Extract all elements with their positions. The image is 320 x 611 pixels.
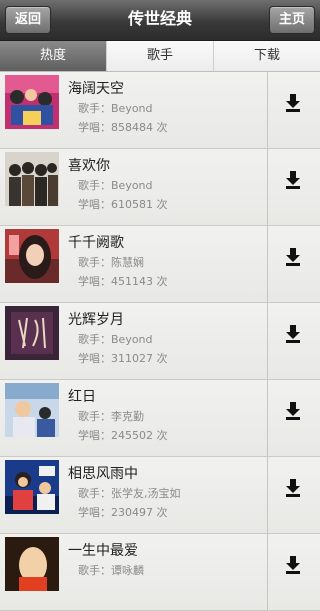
song-list: 海阔天空 歌手：Beyond 学唱：858484 次 喜欢你 歌手：Beyond… [0, 72, 320, 611]
singer-text: 歌手：Beyond [78, 333, 153, 346]
album-cover [5, 229, 59, 283]
song-row[interactable]: 海阔天空 歌手：Beyond 学唱：858484 次 [0, 72, 320, 149]
album-cover [5, 152, 59, 206]
top-bar: 返回 传世经典 主页 [0, 0, 320, 41]
song-row[interactable]: 一生中最爱 歌手：谭咏麟 [0, 534, 320, 611]
tab-download[interactable]: 下载 [214, 41, 320, 71]
home-button[interactable]: 主页 [268, 6, 315, 34]
song-title: 千千阙歌 [68, 235, 124, 251]
download-icon[interactable] [286, 171, 300, 189]
play-count: 学唱：451143 次 [78, 275, 168, 288]
song-row[interactable]: 千千阙歌 歌手：陈慧娴 学唱：451143 次 [0, 226, 320, 303]
song-row[interactable]: 相思风雨中 歌手：张学友,汤宝如 学唱：230497 次 [0, 457, 320, 534]
download-icon[interactable] [286, 325, 300, 343]
song-title: 光辉岁月 [68, 312, 124, 328]
row-divider [267, 72, 268, 148]
row-divider [267, 457, 268, 533]
tab-singer[interactable]: 歌手 [107, 41, 214, 71]
play-count: 学唱：858484 次 [78, 121, 168, 134]
download-icon[interactable] [286, 479, 300, 497]
row-divider [267, 303, 268, 379]
row-divider [267, 226, 268, 302]
album-cover [5, 537, 59, 591]
play-count: 学唱：230497 次 [78, 506, 168, 519]
song-title: 海阔天空 [68, 81, 124, 97]
download-icon[interactable] [286, 248, 300, 266]
play-count: 学唱：245502 次 [78, 429, 168, 442]
song-title: 喜欢你 [68, 158, 110, 174]
song-title: 相思风雨中 [68, 466, 138, 482]
song-row[interactable]: 红日 歌手：李克勤 学唱：245502 次 [0, 380, 320, 457]
album-cover [5, 460, 59, 514]
download-icon[interactable] [286, 402, 300, 420]
singer-text: 歌手：Beyond [78, 102, 153, 115]
song-title: 红日 [68, 389, 96, 405]
play-count: 学唱：311027 次 [78, 352, 168, 365]
row-divider [267, 149, 268, 225]
album-cover [5, 306, 59, 360]
singer-text: 歌手：陈慧娴 [78, 256, 144, 269]
album-cover [5, 383, 59, 437]
song-row[interactable]: 喜欢你 歌手：Beyond 学唱：610581 次 [0, 149, 320, 226]
album-cover [5, 75, 59, 129]
row-divider [267, 534, 268, 610]
download-icon[interactable] [286, 94, 300, 112]
singer-text: 歌手：谭咏麟 [78, 564, 144, 577]
singer-text: 歌手：李克勤 [78, 410, 144, 423]
song-title: 一生中最爱 [68, 543, 138, 559]
song-row[interactable]: 光辉岁月 歌手：Beyond 学唱：311027 次 [0, 303, 320, 380]
play-count: 学唱：610581 次 [78, 198, 168, 211]
download-icon[interactable] [286, 556, 300, 574]
singer-text: 歌手：Beyond [78, 179, 153, 192]
tab-bar: 热度 歌手 下载 [0, 41, 320, 72]
tab-hot[interactable]: 热度 [0, 41, 107, 71]
singer-text: 歌手：张学友,汤宝如 [78, 487, 181, 500]
row-divider [267, 380, 268, 456]
